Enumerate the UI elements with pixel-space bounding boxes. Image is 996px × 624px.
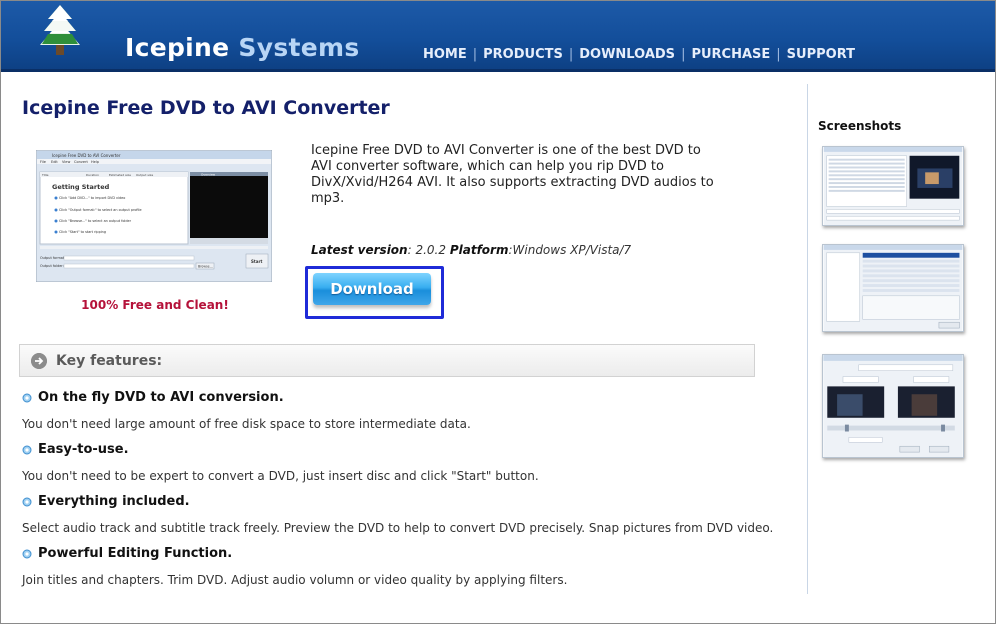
feature-title-text: Everything included. (38, 494, 190, 509)
mini-output-folder-label: Output folder: (40, 264, 64, 268)
mini-output-format-label: Output format: (40, 256, 65, 260)
feature-desc-4: Join titles and chapters. Trim DVD. Adju… (22, 573, 568, 587)
sidebar-divider (807, 84, 808, 594)
brand-name-part2: Systems (238, 33, 360, 62)
site-header: Icepine Systems HOME | PRODUCTS | DOWNLO… (1, 1, 995, 72)
mini-start-label: Start (251, 259, 262, 264)
version-value: : 2.0.2 (407, 243, 446, 257)
download-button[interactable]: Download (313, 273, 431, 305)
mini-browse-label: Browse... (198, 265, 213, 269)
nav-separator: | (472, 47, 478, 62)
mini-step-2: Click "Output format:" to select an outp… (59, 208, 142, 212)
mini-menu-help: Help (91, 160, 100, 164)
nav-separator: | (681, 47, 686, 62)
mini-col-title: Title (41, 173, 49, 177)
mini-col-estimated: Estimated size (109, 173, 131, 177)
feature-bullet-icon (22, 497, 32, 506)
mini-step-1: Click "Add DVD..." to import DVD video (59, 196, 125, 200)
feature-desc-1: You don't need large amount of free disk… (22, 417, 471, 431)
feature-title-2: Easy-to-use. (22, 442, 129, 457)
platform-value: :Windows XP/Vista/7 (508, 243, 632, 257)
nav-downloads[interactable]: DOWNLOADS (577, 47, 677, 62)
key-features-heading: Key features: (56, 353, 163, 369)
arrow-right-circle-icon (31, 353, 47, 369)
feature-title-4: Powerful Editing Function. (22, 546, 232, 561)
mini-overview-label: Overview (201, 173, 216, 177)
key-features-bar: Key features: (19, 344, 755, 377)
mini-window-title: Icepine Free DVD to AVI Converter (52, 153, 121, 158)
feature-title-text: On the fly DVD to AVI conversion. (38, 390, 284, 405)
screenshot-thumb-clip-trim[interactable] (822, 354, 964, 458)
version-label: Latest version (311, 243, 408, 257)
pine-tree-logo-icon[interactable] (35, 3, 85, 63)
screenshot-thumb-main-window[interactable] (822, 146, 964, 226)
mini-menu-view: View (62, 160, 70, 164)
nav-home[interactable]: HOME (421, 47, 469, 62)
product-description: Icepine Free DVD to AVI Converter is one… (311, 143, 714, 206)
free-clean-tagline: 100% Free and Clean! (81, 298, 229, 312)
nav-support[interactable]: SUPPORT (785, 47, 857, 62)
feature-desc-2: You don't need to be expert to convert a… (22, 469, 539, 483)
header-bottom-strip (1, 69, 995, 72)
screenshots-heading: Screenshots (818, 119, 902, 133)
mini-col-duration: Duration (86, 173, 99, 177)
version-info: Latest version: 2.0.2 Platform:Windows X… (311, 243, 631, 257)
feature-bullet-icon (22, 393, 32, 402)
feature-title-3: Everything included. (22, 494, 190, 509)
mini-menu-edit: Edit (51, 160, 58, 164)
mini-step-3: Click "Browse..." to select an output fo… (59, 219, 132, 223)
nav-purchase[interactable]: PURCHASE (689, 47, 772, 62)
feature-desc-3: Select audio track and subtitle track fr… (22, 521, 774, 535)
mini-col-output: Output size (136, 173, 153, 177)
feature-bullet-icon (22, 445, 32, 454)
screenshot-thumb-output-settings[interactable] (822, 244, 964, 332)
mini-menu-convert: Convert (74, 160, 88, 164)
mini-getting-started: Getting Started (52, 183, 110, 191)
page-title: Icepine Free DVD to AVI Converter (22, 97, 390, 119)
nav-separator: | (776, 47, 781, 62)
nav-products[interactable]: PRODUCTS (481, 47, 565, 62)
brand-name[interactable]: Icepine Systems (125, 33, 360, 62)
feature-title-1: On the fly DVD to AVI conversion. (22, 390, 284, 405)
nav-separator: | (568, 47, 574, 62)
product-screenshot[interactable]: Icepine Free DVD to AVI Converter File E… (36, 150, 272, 282)
feature-title-text: Easy-to-use. (38, 442, 129, 457)
platform-label: Platform (449, 243, 509, 257)
brand-name-part1: Icepine (125, 33, 230, 62)
top-navigation: HOME | PRODUCTS | DOWNLOADS | PURCHASE |… (421, 47, 857, 62)
mini-step-4: Click "Start" to start ripping (59, 230, 106, 234)
mini-menu-file: File (40, 160, 46, 164)
feature-bullet-icon (22, 549, 32, 558)
feature-title-text: Powerful Editing Function. (38, 546, 233, 561)
